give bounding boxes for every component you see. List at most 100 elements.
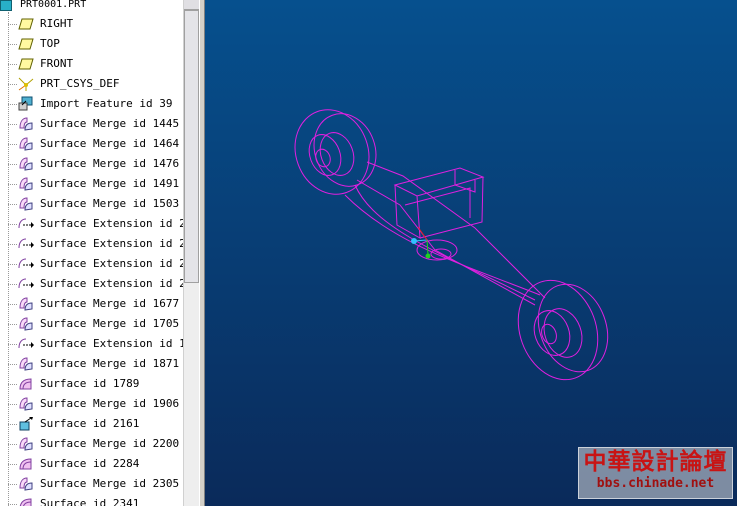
tree-item-label: Surface id 2341 [40, 497, 140, 506]
surface-icon [17, 376, 35, 392]
tree-item[interactable]: Surface Extension id 281 [0, 254, 183, 274]
tree-item-label: Surface Merge id 1705 [40, 317, 180, 330]
tree-item[interactable]: PRT_CSYS_DEF [0, 74, 183, 94]
tree-connector [8, 404, 17, 405]
tree-item-label: Surface Extension id 282 [40, 277, 183, 290]
tree-connector [8, 244, 17, 245]
tree-item[interactable]: Surface Merge id 2200 [0, 434, 183, 454]
tree-item[interactable]: FRONT [0, 54, 183, 74]
center-pivot [416, 239, 458, 261]
tree-item-label: Surface Extension id 281 [40, 237, 183, 250]
tree-vertical-scrollbar[interactable] [183, 0, 200, 506]
tree-item[interactable]: Surface Merge id 1476 [0, 154, 183, 174]
model-tree-panel: PRT0001.PRT RIGHT TOP FRONT PRT_CSYS_DEF Imp… [0, 0, 183, 506]
left-wheel-hub-outer [308, 134, 342, 176]
tree-connector [8, 504, 17, 505]
tree-connector [8, 304, 17, 305]
tree-item[interactable]: Surface Merge id 1491 [0, 174, 183, 194]
tree-item-label: Surface Merge id 2305 [40, 477, 180, 490]
tree-item[interactable]: Surface Merge id 2305 [0, 474, 183, 494]
scroll-thumb[interactable] [184, 10, 199, 283]
tree-connector [8, 344, 17, 345]
tree-connector [8, 124, 17, 125]
tree-item[interactable]: TOP [0, 34, 183, 54]
tree-item[interactable]: RIGHT [0, 14, 183, 34]
tree-item-label: Surface Merge id 1464 [40, 137, 180, 150]
model-tree-root-label: PRT0001.PRT [20, 0, 87, 10]
tree-connector [8, 164, 17, 165]
tree-item[interactable]: Surface Merge id 1503 [0, 194, 183, 214]
surface-icon [17, 496, 35, 506]
tree-item-label: Surface Merge id 1445 [40, 117, 180, 130]
tree-connector [8, 64, 17, 65]
tree-item[interactable]: Surface Extension id 280 [0, 214, 183, 234]
tree-item[interactable]: Surface Merge id 1464 [0, 134, 183, 154]
part-icon [0, 0, 12, 11]
surface-merge-icon [17, 436, 35, 452]
tree-item-label: Surface id 1789 [40, 377, 140, 390]
tree-item-label: Surface Merge id 1871 [40, 357, 180, 370]
tree-item-label: Surface Merge id 2200 [40, 437, 180, 450]
surface-extension-icon [17, 216, 35, 232]
tree-connector [8, 464, 17, 465]
surface-extension-icon [17, 276, 35, 292]
surface-merge-icon [17, 156, 35, 172]
tree-item[interactable]: Surface Extension id 282 [0, 274, 183, 294]
tree-item[interactable]: Surface Merge id 1871 [0, 354, 183, 374]
left-wheel-hub-inner [315, 148, 331, 168]
tree-connector [8, 84, 17, 85]
watermark: 中華設計論壇 bbs.chinade.net [578, 447, 733, 499]
tree-item-label: Surface Extension id 186 [40, 337, 183, 350]
scroll-up-button[interactable] [184, 0, 199, 10]
surface-merge-icon [17, 476, 35, 492]
tree-item[interactable]: Surface id 1789 [0, 374, 183, 394]
frame-lower-rail [356, 179, 536, 306]
tree-item[interactable]: Surface Merge id 1906 [0, 394, 183, 414]
tree-item-label: Surface id 2161 [40, 417, 140, 430]
watermark-title: 中華設計論壇 [583, 448, 728, 475]
tree-item[interactable]: Surface id 2161 [0, 414, 183, 434]
tree-item-label: Surface Extension id 281 [40, 257, 183, 270]
tree-connector [8, 284, 17, 285]
watermark-url: bbs.chinade.net [596, 476, 715, 491]
graphics-viewport[interactable] [205, 0, 737, 506]
tree-item-label: PRT_CSYS_DEF [40, 77, 120, 90]
surface-copy-icon [17, 416, 35, 432]
surface-extension-icon [17, 236, 35, 252]
frame-upper-rail [366, 161, 546, 299]
tree-item[interactable]: Surface Extension id 186 [0, 334, 183, 354]
tree-item[interactable]: Surface Extension id 281 [0, 234, 183, 254]
tree-connector [8, 24, 17, 25]
tree-item[interactable]: Surface Merge id 1677 [0, 294, 183, 314]
tree-item-label: Surface Merge id 1906 [40, 397, 180, 410]
surface-extension-icon [17, 336, 35, 352]
right-wheel-hub-outer [533, 310, 571, 356]
frame-side-line [344, 194, 541, 296]
right-wheel-hub-ring [543, 308, 583, 358]
datum-plane-icon [17, 16, 35, 32]
tree-connector [8, 204, 17, 205]
tree-item[interactable]: Surface id 2341 [0, 494, 183, 506]
surface-merge-icon [17, 396, 35, 412]
tree-connector [8, 444, 17, 445]
left-wheel-rim [313, 113, 377, 187]
tree-connector [8, 184, 17, 185]
tree-item-label: FRONT [40, 57, 74, 70]
right-wheel-hub-inner [541, 323, 557, 345]
tree-item-label: Surface Merge id 1491 [40, 177, 180, 190]
surface-merge-icon [17, 116, 35, 132]
tree-item-label: Surface id 2284 [40, 457, 140, 470]
tree-item-label: Surface Merge id 1476 [40, 157, 180, 170]
tree-connector [8, 264, 17, 265]
tree-item[interactable]: Surface Merge id 1705 [0, 314, 183, 334]
tree-item[interactable]: Surface id 2284 [0, 454, 183, 474]
tree-connector [8, 44, 17, 45]
surface-icon [17, 456, 35, 472]
tree-connector [8, 484, 17, 485]
surface-merge-icon [17, 176, 35, 192]
tree-item[interactable]: Surface Merge id 1445 [0, 114, 183, 134]
tree-item[interactable]: Import Feature id 39 [0, 94, 183, 114]
right-wheel-rim [537, 283, 609, 373]
tree-connector [8, 384, 17, 385]
model-tree-root[interactable]: PRT0001.PRT [0, 0, 183, 12]
